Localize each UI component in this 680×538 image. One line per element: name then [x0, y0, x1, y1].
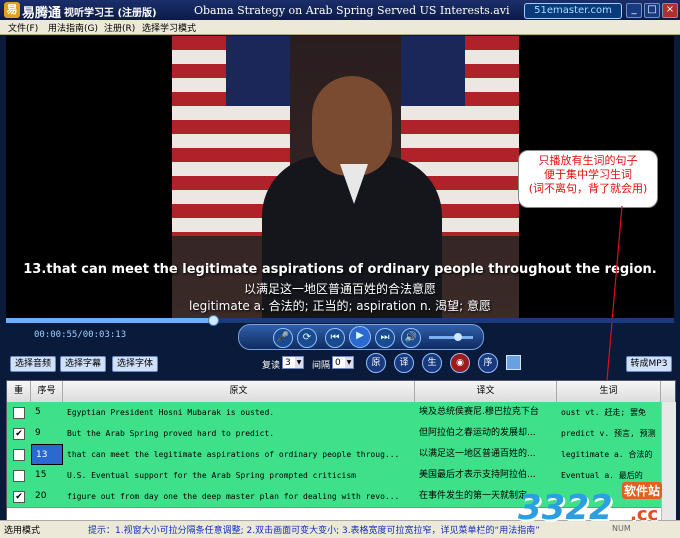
interval-label: 间隔 — [312, 361, 331, 371]
col-original[interactable]: 原文 — [63, 381, 415, 402]
original-mode-button[interactable]: 原 — [366, 353, 386, 373]
row-number: 15 — [35, 470, 47, 480]
app-edition: 视听学习王 (注册版) — [64, 8, 157, 19]
row-vocab: predict v. 预言, 预测 — [561, 429, 656, 438]
row-original: But the Arab Spring proved hard to predi… — [67, 429, 275, 438]
subtitle-english: 13.that can meet the legitimate aspirati… — [23, 262, 657, 277]
row-number: 13 — [31, 444, 63, 465]
row-number: 20 — [35, 491, 47, 501]
window-title: Obama Strategy on Arab Spring Served US … — [194, 4, 510, 17]
row-original: U.S. Eventual support for the Arab Sprin… — [67, 471, 356, 480]
table-header: 重 序号 原文 译文 生词 — [7, 381, 675, 403]
brand-badge[interactable]: 51emaster.com — [524, 3, 622, 19]
row-original: Egyptian President Hosni Mubarak is oust… — [67, 408, 275, 417]
save-icon[interactable] — [506, 355, 521, 370]
row-number: 9 — [35, 428, 41, 438]
table-row[interactable]: ✔ 9 But the Arab Spring proved hard to pre… — [7, 423, 661, 445]
annotation-callout: 只播放有生词的句子 便于集中学习生词 (词不离句，背了就会用) — [518, 150, 658, 208]
video-frame — [172, 36, 519, 320]
row-original: that can meet the legitimate aspirations… — [67, 450, 400, 459]
watermark-number: 3322 — [518, 488, 613, 528]
select-font-button[interactable]: 选择字体 — [112, 356, 159, 372]
chevron-down-icon: ▼ — [345, 357, 353, 368]
convert-mp3-button[interactable]: 转成MP3 — [626, 356, 672, 372]
repeat-checkbox[interactable] — [13, 470, 25, 482]
seek-bar[interactable] — [6, 315, 674, 326]
chevron-down-icon: ▼ — [295, 357, 303, 368]
callout-line-3: (词不离句，背了就会用) — [528, 182, 648, 195]
menu-study-mode[interactable]: 选择学习模式 — [142, 21, 196, 34]
vocab-mode-button[interactable]: 生 — [422, 353, 442, 373]
next-icon[interactable]: ⏭ — [375, 328, 395, 348]
volume-icon[interactable]: 🔊 — [401, 328, 421, 348]
watermark-domain: .cc — [630, 504, 659, 525]
speaker-head — [312, 76, 392, 176]
volume-slider[interactable] — [429, 333, 473, 341]
app-logo-icon: 易 — [4, 2, 20, 18]
app-name: 易腾通 — [22, 6, 62, 21]
translation-mode-button[interactable]: 译 — [394, 353, 414, 373]
repeat-checkbox[interactable]: ✔ — [13, 491, 25, 503]
time-display: 00:00:55/00:03:13 — [34, 330, 127, 340]
row-translation: 埃及总统侯赛尼.穆巴拉克下台 — [419, 407, 539, 417]
row-vocab: legitimate a. 合法的 — [561, 450, 653, 459]
col-number[interactable]: 序号 — [31, 381, 63, 402]
subtitle-chinese: 以满足这一地区普通百姓的合法意愿 — [243, 282, 436, 296]
repeat-checkbox[interactable]: ✔ — [13, 428, 25, 440]
row-original: figure out from day one the deep master … — [67, 492, 400, 501]
playback-controls: 🎤 ⟳ ⏮ ▶ ⏭ 🔊 — [238, 324, 484, 350]
site-watermark: 3322 .cc 软件站 — [518, 478, 678, 536]
previous-icon[interactable]: ⏮ — [325, 328, 345, 348]
watermark-label: 软件站 — [622, 482, 663, 499]
status-mode: 选用模式 — [4, 526, 41, 536]
close-button[interactable]: × — [662, 3, 678, 18]
microphone-icon[interactable]: 🎤 — [273, 328, 293, 348]
maximize-button[interactable]: □ — [644, 3, 660, 18]
col-vocab[interactable]: 生词 — [557, 381, 661, 402]
repeat-select[interactable]: 3 ▼ — [282, 356, 304, 369]
menu-guide[interactable]: 用法指南(G) — [48, 21, 98, 34]
menu-register[interactable]: 注册(R) — [104, 21, 135, 34]
repeat-icon[interactable]: ⟳ — [297, 328, 317, 348]
col-translation[interactable]: 译文 — [415, 381, 557, 402]
play-button[interactable]: ▶ — [349, 326, 371, 348]
minimize-button[interactable]: _ — [626, 3, 642, 18]
title-bar: 易 易腾通 视听学习王 (注册版) Obama Strategy on Arab… — [0, 0, 680, 21]
volume-knob[interactable] — [453, 333, 462, 341]
repeat-checkbox[interactable] — [13, 449, 25, 461]
repeat-checkbox[interactable] — [13, 407, 25, 419]
seek-bar-fill — [6, 318, 214, 323]
interval-select[interactable]: 0 ▼ — [332, 356, 354, 369]
row-number: 5 — [35, 407, 41, 417]
table-row[interactable]: 5 Egyptian President Hosni Mubarak is ous… — [7, 402, 661, 424]
menu-bar: 文件(F) 用法指南(G) 注册(R) 选择学习模式 — [0, 20, 680, 35]
record-mode-button[interactable]: ◉ — [450, 353, 470, 373]
row-vocab: oust vt. 赶走; 罢免 — [561, 408, 646, 417]
sequence-mode-button[interactable]: 序 — [478, 353, 498, 373]
col-repeat[interactable]: 重 — [7, 381, 31, 402]
select-audio-button[interactable]: 选择音频 — [10, 356, 57, 372]
select-subtitle-button[interactable]: 选择字幕 — [60, 356, 107, 372]
row-translation: 以满足这一地区普通百姓的... — [419, 449, 536, 459]
table-row[interactable]: 13 that can meet the legitimate aspiratio… — [7, 444, 661, 466]
menu-file[interactable]: 文件(F) — [8, 21, 38, 34]
repeat-label: 复读 — [262, 361, 281, 371]
callout-line-2: 便于集中学习生词 — [544, 168, 632, 181]
callout-line-1: 只播放有生词的句子 — [538, 154, 638, 167]
status-tip: 提示：1.视窗大小可拉分隔条任意调整; 2.双击画面可变大变小; 3.表格宽度可… — [88, 526, 540, 536]
subtitle-vocab: legitimate a. 合法的; 正当的; aspiration n. 渴望… — [188, 299, 492, 313]
row-translation: 但阿拉伯之春运动的发展却... — [419, 428, 536, 438]
seek-bar-thumb[interactable] — [208, 315, 220, 326]
